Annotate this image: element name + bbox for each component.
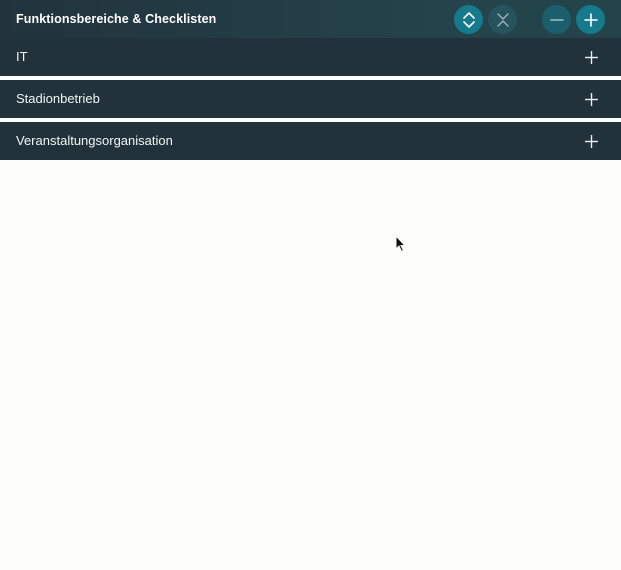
plus-icon[interactable] — [584, 134, 599, 149]
collapse-all-button[interactable] — [488, 5, 517, 34]
plus-icon — [583, 12, 598, 27]
section-label: Stadionbetrieb — [16, 91, 100, 106]
section-label: Veranstaltungsorganisation — [16, 133, 173, 148]
section-stadionbetrieb[interactable]: Stadionbetrieb — [0, 80, 621, 118]
plus-icon[interactable] — [584, 50, 599, 65]
page-title: Funktionsbereiche & Checklisten — [16, 12, 217, 26]
section-veranstaltungsorganisation[interactable]: Veranstaltungsorganisation — [0, 122, 621, 160]
panel-header: Funktionsbereiche & Checklisten — [0, 0, 621, 38]
expand-all-button[interactable] — [454, 5, 483, 34]
mouse-cursor-icon — [395, 235, 407, 253]
section-label: IT — [16, 49, 28, 64]
zoom-in-button[interactable] — [576, 5, 605, 34]
zoom-out-button[interactable] — [542, 5, 571, 34]
collapse-x-icon — [496, 12, 509, 27]
plus-icon[interactable] — [584, 92, 599, 107]
chevron-up-down-icon — [462, 11, 475, 28]
minus-icon — [549, 18, 564, 21]
section-it[interactable]: IT — [0, 38, 621, 76]
